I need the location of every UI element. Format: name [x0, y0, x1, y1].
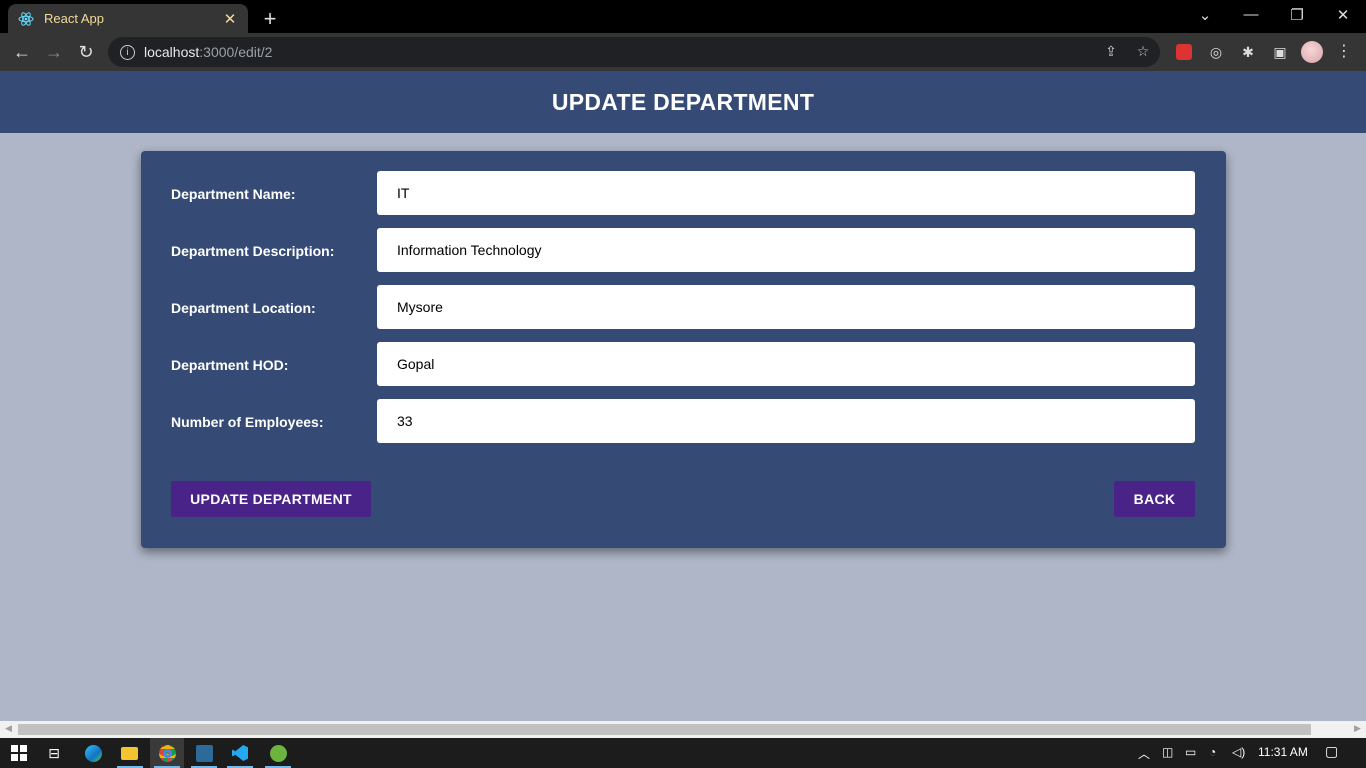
close-window-icon[interactable]: ✕	[1332, 6, 1354, 24]
form-row-location: Department Location:	[171, 285, 1195, 329]
extension-target-icon[interactable]: ◎	[1206, 42, 1226, 62]
number-of-employees-input[interactable]	[377, 399, 1195, 443]
tab-title: React App	[44, 11, 104, 26]
form-row-description: Department Description:	[171, 228, 1195, 272]
meet-now-icon[interactable]: ◫	[1162, 745, 1173, 759]
reload-icon[interactable]: ↻	[75, 41, 97, 63]
share-icon[interactable]: ⇪	[1102, 43, 1120, 60]
scrollbar-thumb[interactable]	[18, 724, 1311, 735]
page-title: UPDATE DEPARTMENT	[551, 88, 815, 115]
vscode-icon[interactable]	[229, 742, 251, 764]
info-icon[interactable]: i	[120, 44, 135, 60]
notifications-icon[interactable]: ▢	[1325, 743, 1338, 760]
profile-avatar[interactable]	[1301, 41, 1323, 63]
wifi-icon[interactable]: ◔	[1209, 745, 1216, 759]
side-panel-icon[interactable]: ▣	[1270, 42, 1290, 62]
department-description-label: Department Description:	[171, 243, 335, 259]
department-name-input[interactable]	[377, 171, 1195, 215]
browser-tab-bar: React App ✕ + ⌄ — ❐ ✕	[0, 0, 1366, 33]
windows-taskbar: ⊟ ︿ ◫ ▭ ◔ ◁) 11:31 AM ▢	[0, 738, 1366, 768]
form-row-name: Department Name:	[171, 171, 1195, 215]
extensions-puzzle-icon[interactable]: ✱	[1238, 42, 1258, 62]
back-button[interactable]: BACK	[1114, 481, 1195, 517]
scroll-right-icon[interactable]: ▶	[1354, 723, 1361, 734]
app-header: UPDATE DEPARTMENT	[0, 71, 1366, 133]
back-arrow-icon[interactable]: ←	[11, 41, 33, 63]
department-hod-label: Department HOD:	[171, 357, 289, 373]
bookmark-star-icon[interactable]: ☆	[1134, 43, 1152, 60]
menu-kebab-icon[interactable]: ⋮	[1336, 41, 1352, 63]
forward-arrow-icon[interactable]: →	[43, 41, 65, 63]
react-logo-icon	[18, 11, 34, 26]
department-location-input[interactable]	[377, 285, 1195, 329]
taskbar-clock[interactable]: 11:31 AM	[1258, 745, 1308, 759]
edge-browser-icon[interactable]	[82, 742, 104, 764]
department-location-label: Department Location:	[171, 300, 316, 316]
horizontal-scrollbar[interactable]: ◀ ▶	[0, 721, 1366, 738]
close-tab-icon[interactable]: ✕	[222, 10, 238, 28]
scroll-left-icon[interactable]: ◀	[5, 723, 12, 734]
task-view-icon[interactable]: ⊟	[43, 742, 65, 764]
department-name-label: Department Name:	[171, 186, 296, 202]
url-host: localhost	[144, 44, 200, 60]
form-row-employees: Number of Employees:	[171, 399, 1195, 443]
browser-toolbar: ← → ↻ i localhost:3000/edit/2 ⇪ ☆ ◎ ✱ ▣ …	[0, 33, 1366, 71]
show-hidden-icons-icon[interactable]: ︿	[1138, 745, 1150, 762]
address-bar[interactable]: i localhost:3000/edit/2	[108, 37, 1160, 67]
file-explorer-icon[interactable]	[118, 742, 140, 764]
update-department-form: Department Name: Department Description:…	[141, 151, 1226, 548]
chrome-icon[interactable]	[156, 742, 178, 764]
department-hod-input[interactable]	[377, 342, 1195, 386]
url-path: :3000/edit/2	[199, 44, 273, 60]
battery-icon[interactable]: ▭	[1185, 745, 1196, 759]
windows-start-icon[interactable]	[8, 742, 30, 764]
browser-tab[interactable]: React App ✕	[8, 4, 248, 33]
department-description-input[interactable]	[377, 228, 1195, 272]
restore-icon[interactable]: ❐	[1286, 6, 1308, 24]
volume-icon[interactable]: ◁)	[1232, 745, 1245, 759]
spring-tool-suite-icon[interactable]	[267, 742, 289, 764]
number-of-employees-label: Number of Employees:	[171, 414, 324, 430]
minimize-icon[interactable]: —	[1240, 6, 1262, 23]
update-department-button[interactable]: UPDATE DEPARTMENT	[171, 481, 371, 517]
extension-red-icon[interactable]	[1174, 42, 1194, 62]
mysql-workbench-icon[interactable]	[193, 742, 215, 764]
form-row-hod: Department HOD:	[171, 342, 1195, 386]
tab-search-icon[interactable]: ⌄	[1194, 6, 1216, 24]
new-tab-icon[interactable]: +	[260, 6, 280, 32]
